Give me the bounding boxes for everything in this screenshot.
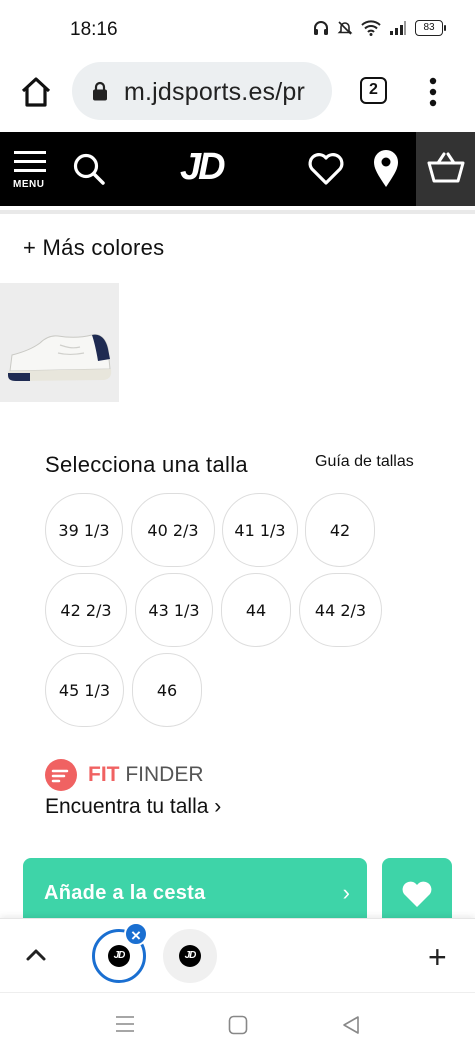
basket-icon [427,152,465,183]
system-navigation-bar [0,992,475,1056]
heart-filled-icon [402,881,432,907]
sneaker-image [7,334,112,381]
headphones-icon [314,21,328,35]
jd-favicon: JD [179,945,201,967]
status-bar: 18:16 83 [0,0,475,60]
menu-button[interactable]: MENU [12,149,48,191]
menu-label: MENU [13,179,45,190]
store-locator-pin-icon[interactable] [372,149,400,189]
size-section-title: Selecciona una talla [45,452,248,477]
back-triangle-icon[interactable] [341,1015,361,1035]
chevron-up-icon[interactable] [25,946,47,962]
wishlist-heart-icon[interactable] [307,152,345,186]
fit-finder-logo-icon [45,759,77,791]
size-option[interactable]: 40 2/3 [131,493,215,567]
more-colors-toggle[interactable]: + Más colores [23,235,164,261]
size-option[interactable]: 42 2/3 [45,573,127,647]
color-swatch-thumbnail[interactable] [0,283,119,402]
size-option[interactable]: 46 [132,653,202,727]
jd-favicon: JD [108,945,130,967]
search-icon[interactable] [72,152,106,186]
find-your-size-link[interactable]: Encuentra tu talla › [45,795,221,819]
url-text: m.jdsports.es/pr [124,78,306,106]
basket-button[interactable] [416,132,475,206]
wifi-icon [361,20,381,36]
status-time: 18:16 [70,19,118,40]
size-option[interactable]: 43 1/3 [135,573,213,647]
size-option[interactable]: 45 1/3 [45,653,124,727]
size-guide-link[interactable]: Guía de tallas [315,453,414,471]
browser-tab-strip: JD JD + [0,918,475,992]
tab-thumbnail[interactable]: JD [163,929,217,983]
close-tab-icon[interactable]: × [124,922,148,946]
site-header: MENU JD [0,132,475,206]
signal-icon [390,21,406,35]
size-option[interactable]: 44 [221,573,291,647]
size-option[interactable]: 44 2/3 [299,573,382,647]
add-to-cart-label: Añade a la cesta [44,882,206,904]
recents-menu-icon[interactable] [115,1015,135,1033]
home-icon[interactable] [18,74,54,110]
more-options-icon[interactable] [420,74,446,110]
home-square-icon[interactable] [228,1015,248,1035]
browser-toolbar: m.jdsports.es/pr 2 [0,60,475,132]
lock-icon [93,81,107,101]
size-option[interactable]: 39 1/3 [45,493,123,567]
tab-switcher-button[interactable]: 2 [360,77,387,104]
size-option[interactable]: 41 1/3 [222,493,298,567]
size-option[interactable]: 42 [305,493,375,567]
header-divider [0,210,475,214]
jd-logo[interactable]: JD [180,146,226,189]
new-tab-plus-icon[interactable]: + [428,941,447,973]
address-bar[interactable]: m.jdsports.es/pr [72,62,332,120]
battery-indicator: 83 [415,20,446,36]
mute-bell-icon [337,21,353,35]
chevron-right-icon: › [342,880,350,905]
fit-finder-brand: FIT FINDER [88,763,204,786]
status-icons: 83 [313,20,446,36]
